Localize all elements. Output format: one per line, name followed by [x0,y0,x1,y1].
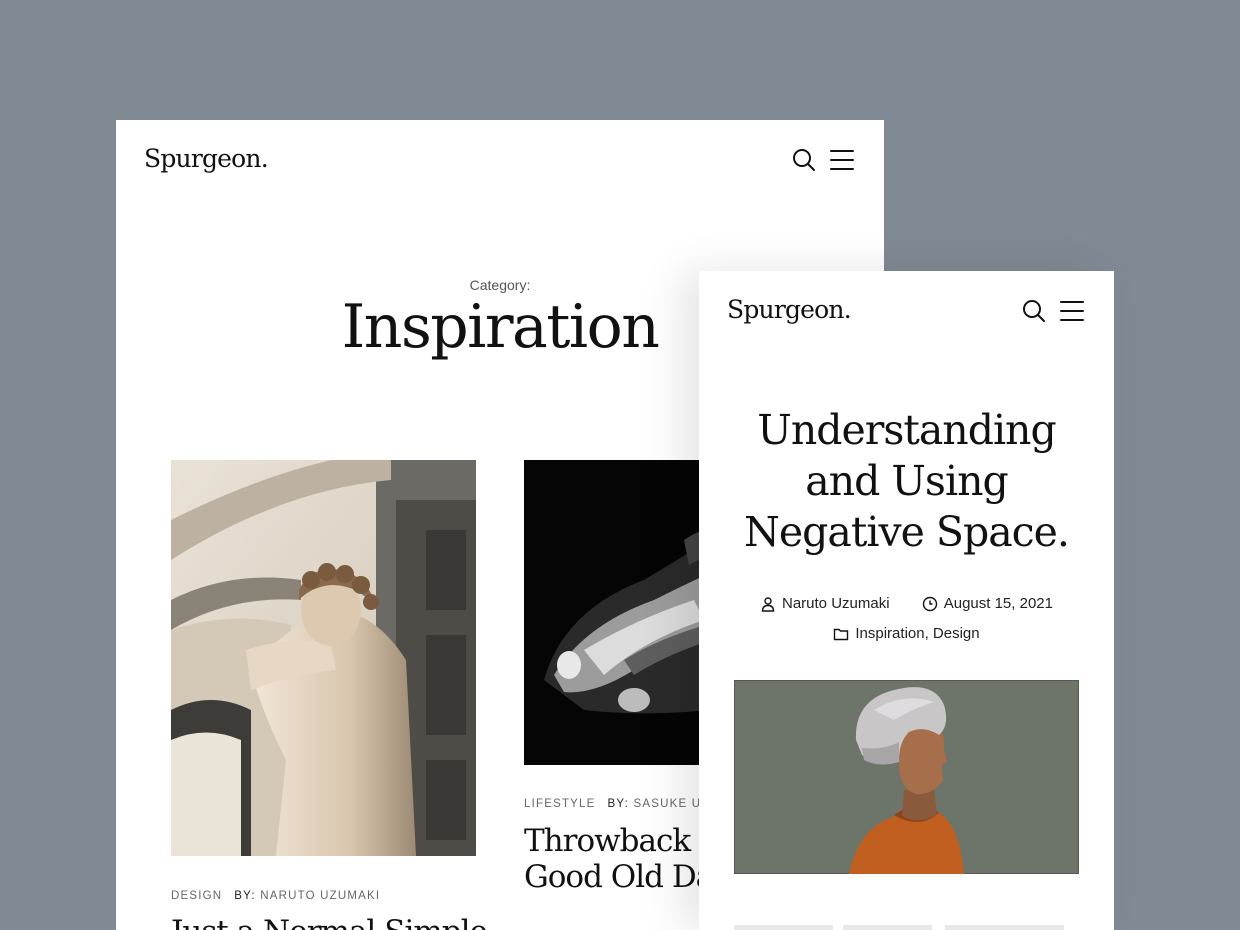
post-thumbnail-statue[interactable] [171,460,476,856]
by-label: BY: [607,798,630,810]
article-hero-image [734,680,1079,874]
publish-date: August 15, 2021 [943,595,1053,612]
article-title-line: Understanding [757,406,1056,454]
author-meta[interactable]: Naruto Uzumaki [760,595,890,612]
post-meta: DESIGN BY: NARUTO UZUMAKI [171,890,380,902]
post-author[interactable]: NARUTO UZUMAKI [260,890,380,902]
article-categories: Inspiration, Design [699,625,1114,646]
article-body-preview [734,925,1064,930]
article-title-line: and Using [805,457,1009,505]
search-icon[interactable] [1021,298,1047,324]
search-icon[interactable] [791,147,817,173]
post-title[interactable]: Just a Normal Simple [171,914,488,930]
article-title: Understanding and Using Negative Space. [719,405,1094,558]
folder-icon [834,628,849,640]
categories-meta[interactable]: Inspiration, Design [833,625,980,642]
user-icon [761,596,775,612]
date-meta: August 15, 2021 [922,595,1053,612]
post-title-line: Good Old Da [524,859,714,895]
menu-icon[interactable] [1059,298,1085,324]
by-label: BY: [234,890,256,902]
post-category[interactable]: DESIGN [171,890,222,902]
article-page-window: Spurgeon. Understanding and Using Negati… [699,271,1114,930]
menu-icon[interactable] [829,147,855,173]
site-logo[interactable]: Spurgeon. [144,144,269,173]
post-category[interactable]: LIFESTYLE [524,798,596,810]
article-meta: Naruto Uzumaki August 15, 2021 [699,595,1114,616]
category-links: Inspiration, Design [855,625,980,642]
post-title[interactable]: Throwback T Good Old Da [524,823,720,895]
site-logo[interactable]: Spurgeon. [727,295,852,324]
post-title-line: Throwback T [524,823,720,859]
article-title-line: Negative Space. [744,508,1070,556]
post-meta: LIFESTYLE BY: SASUKE UC [524,798,711,810]
clock-icon [922,596,937,611]
author-name: Naruto Uzumaki [782,595,890,612]
